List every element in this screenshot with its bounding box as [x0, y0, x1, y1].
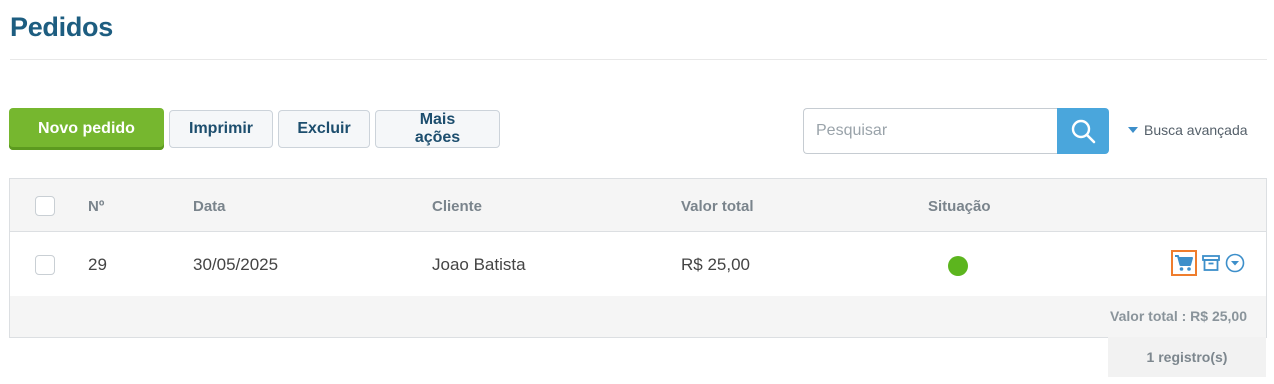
cart-icon: [1175, 255, 1193, 271]
column-header-client[interactable]: Cliente: [432, 198, 482, 215]
search-button[interactable]: [1057, 108, 1109, 154]
delete-button[interactable]: Excluir: [278, 110, 370, 148]
table-footer: Valor total : R$ 25,00: [10, 296, 1266, 337]
status-indicator: [948, 256, 968, 276]
footer-total: Valor total : R$ 25,00: [1110, 308, 1247, 324]
order-date: 30/05/2025: [193, 255, 279, 274]
title-divider: [10, 59, 1267, 60]
archive-button[interactable]: [1202, 255, 1220, 271]
column-header-status[interactable]: Situação: [928, 198, 991, 215]
print-button[interactable]: Imprimir: [169, 110, 273, 148]
table-header: Nº Data Cliente Valor total Situação: [10, 179, 1266, 232]
page-title: Pedidos: [10, 12, 113, 42]
chevron-down-circle-icon: [1225, 253, 1245, 273]
more-actions-button[interactable]: Mais ações: [375, 110, 500, 148]
cart-button[interactable]: [1171, 250, 1197, 276]
select-all-checkbox[interactable]: [35, 196, 55, 216]
toolbar: Novo pedido Imprimir Excluir Mais ações: [9, 108, 500, 150]
column-header-total[interactable]: Valor total: [681, 198, 754, 215]
row-checkbox[interactable]: [35, 255, 55, 275]
search-input[interactable]: [803, 108, 1057, 154]
column-header-number[interactable]: Nº: [88, 198, 104, 215]
advanced-search-label: Busca avançada: [1144, 122, 1248, 138]
order-total: R$ 25,00: [681, 255, 750, 274]
table-row[interactable]: 29 30/05/2025 Joao Batista R$ 25,00: [10, 232, 1266, 296]
orders-table: Nº Data Cliente Valor total Situação 29 …: [9, 178, 1267, 338]
order-client: Joao Batista: [432, 255, 526, 274]
column-header-date[interactable]: Data: [193, 198, 226, 215]
record-count: 1 registro(s): [1108, 337, 1266, 377]
new-order-button[interactable]: Novo pedido: [9, 108, 164, 150]
row-actions: [1171, 250, 1245, 276]
advanced-search-link[interactable]: Busca avançada: [1128, 122, 1248, 138]
caret-down-icon: [1128, 127, 1138, 133]
row-menu-button[interactable]: [1225, 253, 1245, 273]
archive-icon: [1202, 255, 1220, 271]
order-number: 29: [88, 255, 107, 274]
search-bar: [803, 108, 1109, 154]
search-icon: [1071, 119, 1096, 144]
